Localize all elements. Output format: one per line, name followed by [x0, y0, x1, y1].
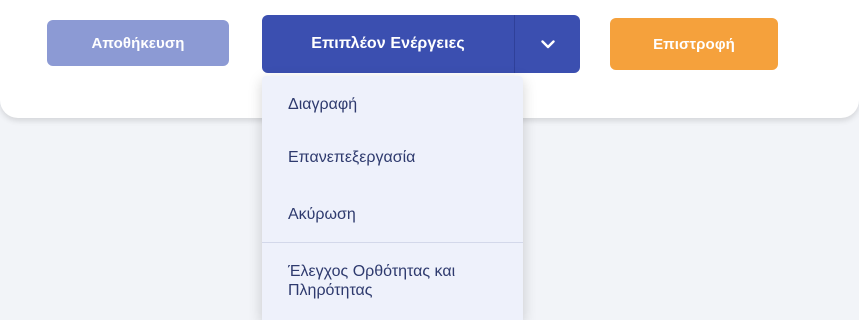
- menu-item-delete[interactable]: Διαγραφή: [262, 95, 523, 114]
- more-actions-split-button[interactable]: Επιπλέον Ενέργειες: [262, 15, 580, 73]
- more-actions-toggle[interactable]: [515, 15, 580, 73]
- more-actions-button[interactable]: Επιπλέον Ενέργειες: [262, 15, 514, 73]
- menu-item-cancel[interactable]: Ακύρωση: [262, 205, 523, 224]
- menu-item-validity-check[interactable]: Έλεγχος Ορθότητας και Πληρότητας: [262, 262, 502, 300]
- chevron-down-icon: [540, 39, 555, 48]
- return-button[interactable]: Επιστροφή: [610, 18, 778, 70]
- menu-divider: [262, 242, 523, 243]
- menu-item-reprocess[interactable]: Επανεπεξεργασία: [262, 148, 523, 167]
- save-button[interactable]: Αποθήκευση: [47, 20, 229, 66]
